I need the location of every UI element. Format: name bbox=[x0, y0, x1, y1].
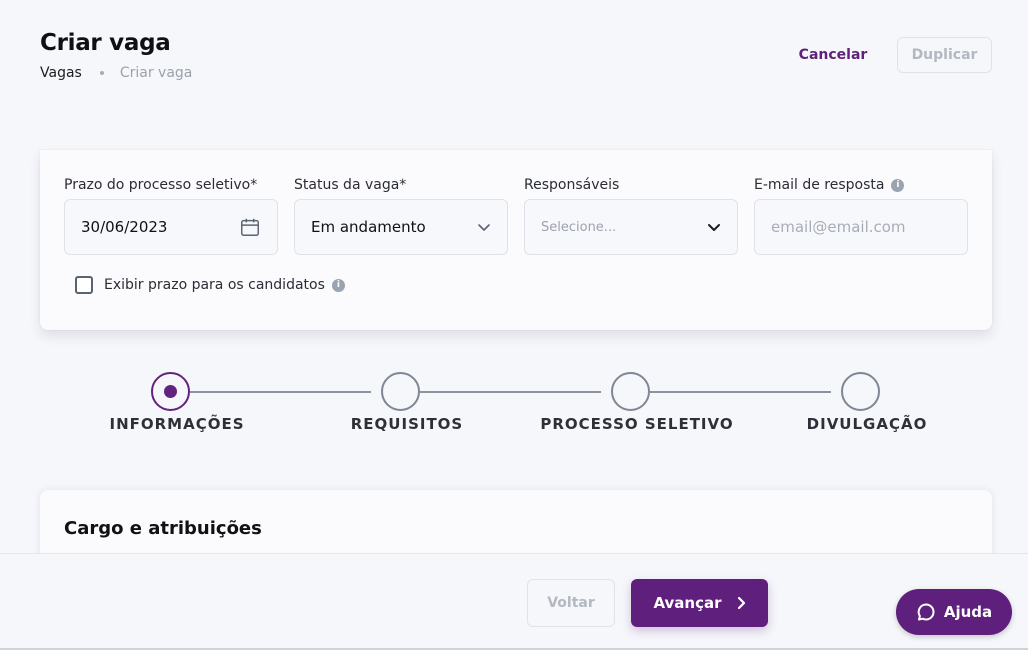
help-button[interactable]: Ajuda bbox=[896, 589, 1012, 635]
email-label: E-mail de resposta i bbox=[754, 176, 968, 194]
step-informacoes-label: INFORMAÇÕES bbox=[109, 415, 245, 433]
step-divulgacao-indicator[interactable] bbox=[841, 372, 880, 411]
responsible-label: Responsáveis bbox=[524, 177, 620, 193]
deadline-date-input[interactable]: 30/06/2023 bbox=[64, 199, 278, 255]
email-field: E-mail de resposta i bbox=[754, 176, 968, 255]
footer-actions-bar: Voltar Avançar bbox=[0, 553, 1028, 650]
responsible-placeholder: Selecione... bbox=[541, 219, 617, 235]
deadline-label: Prazo do processo seletivo* bbox=[64, 177, 258, 193]
chevron-right-icon bbox=[737, 596, 745, 610]
help-button-label: Ajuda bbox=[943, 603, 993, 621]
chat-bubble-icon bbox=[917, 603, 935, 621]
step-divulgacao-label: DIVULGAÇÃO bbox=[806, 415, 928, 433]
step-informacoes-indicator[interactable] bbox=[151, 372, 190, 411]
info-icon[interactable]: i bbox=[891, 178, 905, 192]
deadline-field: Prazo do processo seletivo* 30/06/2023 bbox=[64, 176, 278, 255]
next-button-label: Avançar bbox=[653, 594, 722, 612]
step-connector bbox=[190, 391, 371, 393]
step-connector bbox=[420, 391, 601, 393]
step-processo-seletivo-label: PROCESSO SELETIVO bbox=[540, 415, 734, 433]
deadline-form-card: Prazo do processo seletivo* 30/06/2023 S… bbox=[40, 150, 992, 330]
next-button[interactable]: Avançar bbox=[631, 579, 768, 627]
status-value: Em andamento bbox=[311, 218, 426, 236]
step-requisitos-label: REQUISITOS bbox=[350, 415, 464, 433]
info-icon[interactable]: i bbox=[331, 278, 345, 292]
back-button[interactable]: Voltar bbox=[527, 579, 615, 627]
calendar-icon[interactable] bbox=[239, 216, 261, 238]
chevron-down-icon bbox=[708, 224, 720, 231]
step-connector bbox=[650, 391, 831, 393]
breadcrumb-vagas-link[interactable]: Vagas bbox=[40, 65, 82, 81]
show-deadline-checkbox[interactable] bbox=[75, 276, 93, 294]
duplicate-button[interactable]: Duplicar bbox=[897, 37, 992, 73]
show-deadline-option: Exibir prazo para os candidatos i bbox=[75, 276, 345, 294]
step-requisitos-indicator[interactable] bbox=[381, 372, 420, 411]
create-job-page: Criar vaga Vagas Criar vaga Cancelar Dup… bbox=[0, 0, 1028, 650]
step-processo-seletivo-indicator[interactable] bbox=[611, 372, 650, 411]
email-label-text: E-mail de resposta bbox=[754, 177, 885, 193]
chevron-down-icon bbox=[478, 224, 490, 231]
breadcrumb: Vagas Criar vaga bbox=[40, 65, 192, 81]
page-title: Criar vaga bbox=[40, 30, 171, 56]
status-label: Status da vaga* bbox=[294, 177, 407, 193]
responsible-field: Responsáveis Selecione... bbox=[524, 176, 738, 255]
responsible-select[interactable]: Selecione... bbox=[524, 199, 738, 255]
email-input[interactable] bbox=[771, 218, 951, 236]
status-field: Status da vaga* Em andamento bbox=[294, 176, 508, 255]
cancel-button[interactable]: Cancelar bbox=[796, 40, 870, 70]
breadcrumb-current: Criar vaga bbox=[119, 65, 193, 81]
show-deadline-label[interactable]: Exibir prazo para os candidatos bbox=[104, 277, 325, 293]
deadline-value: 30/06/2023 bbox=[81, 218, 168, 236]
breadcrumb-separator bbox=[99, 71, 104, 75]
progress-stepper: INFORMAÇÕES REQUISITOS PROCESSO SELETIVO… bbox=[0, 370, 1028, 440]
section-title: Cargo e atribuições bbox=[64, 518, 262, 539]
active-step-dot bbox=[164, 385, 177, 398]
status-select[interactable]: Em andamento bbox=[294, 199, 508, 255]
email-input-box[interactable] bbox=[754, 199, 968, 255]
